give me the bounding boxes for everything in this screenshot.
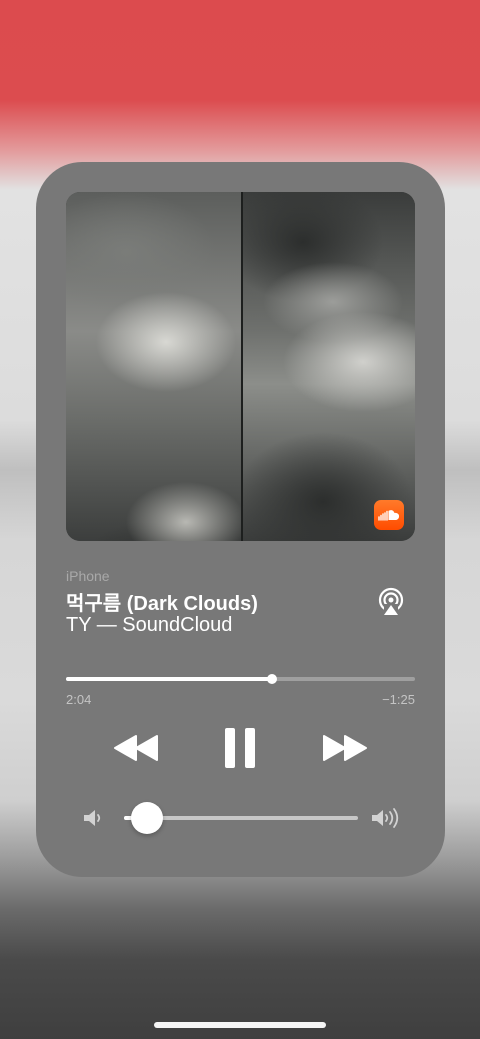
fast-forward-button[interactable] (321, 734, 369, 762)
progress-scrubber[interactable] (66, 674, 415, 684)
artist-source-label: TY — SoundCloud (66, 614, 233, 636)
song-title: 먹구름 (Dark Clouds) (66, 593, 258, 615)
volume-high-icon (370, 807, 402, 829)
volume-knob[interactable] (131, 802, 164, 834)
artwork-left-panel (66, 192, 241, 541)
volume-low-icon (82, 807, 104, 829)
elapsed-time: 2:04 (66, 692, 92, 707)
pause-button[interactable] (222, 726, 258, 770)
now-playing-card: iPhone 먹구름 (Dark Clouds) TY — SoundCloud… (36, 162, 445, 877)
soundcloud-icon (374, 500, 404, 530)
rewind-icon (114, 735, 158, 761)
volume-slider[interactable] (124, 802, 358, 834)
progress-fill (66, 677, 272, 681)
home-indicator[interactable] (154, 1022, 326, 1028)
remaining-time: −1:25 (382, 692, 415, 707)
album-artwork[interactable] (66, 192, 415, 541)
progress-knob[interactable] (266, 674, 277, 684)
rewind-button[interactable] (112, 734, 160, 762)
artwork-right-panel (243, 192, 415, 541)
fast-forward-icon (323, 735, 367, 761)
pause-icon (225, 728, 255, 768)
output-device-label: iPhone (66, 568, 110, 584)
airplay-icon[interactable] (376, 587, 406, 617)
